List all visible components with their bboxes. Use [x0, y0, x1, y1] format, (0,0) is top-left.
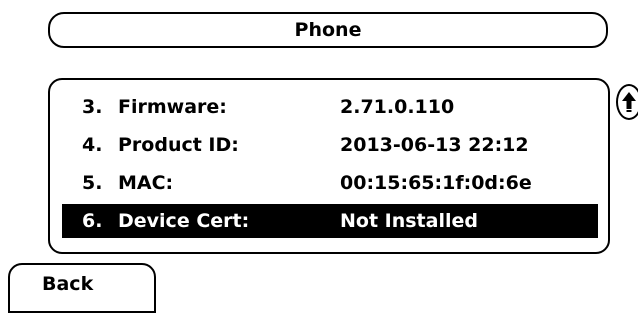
list-item-number: 4.	[82, 134, 103, 156]
list-item-product-id[interactable]: 4. Product ID: 2013-06-13 22:12	[62, 128, 598, 162]
list-item-firmware[interactable]: 3. Firmware: 2.71.0.110	[62, 90, 598, 124]
list-item-label: MAC:	[118, 172, 174, 194]
list-item-value: Not Installed	[340, 210, 478, 232]
list-item-value: 00:15:65:1f:0d:6e	[340, 172, 532, 194]
list-item-label: Device Cert:	[118, 210, 250, 232]
list-item-number: 5.	[82, 172, 103, 194]
list-item-value: 2013-06-13 22:12	[340, 134, 529, 156]
list-item-number: 6.	[82, 210, 103, 232]
list-item-device-cert[interactable]: 6. Device Cert: Not Installed	[62, 204, 598, 238]
list-item-label: Product ID:	[118, 134, 239, 156]
list-item-number: 3.	[82, 96, 103, 118]
list-item-mac[interactable]: 5. MAC: 00:15:65:1f:0d:6e	[62, 166, 598, 200]
arrow-up-icon	[622, 92, 636, 112]
page-title-bar: Phone	[48, 12, 608, 48]
back-softkey-button[interactable]: Back	[8, 263, 156, 313]
scroll-up-indicator[interactable]	[616, 84, 638, 120]
back-button-label: Back	[42, 273, 94, 295]
list-item-value: 2.71.0.110	[340, 96, 455, 118]
page-title: Phone	[294, 19, 362, 41]
list-item-label: Firmware:	[118, 96, 227, 118]
status-info-list: 3. Firmware: 2.71.0.110 4. Product ID: 2…	[48, 78, 610, 254]
